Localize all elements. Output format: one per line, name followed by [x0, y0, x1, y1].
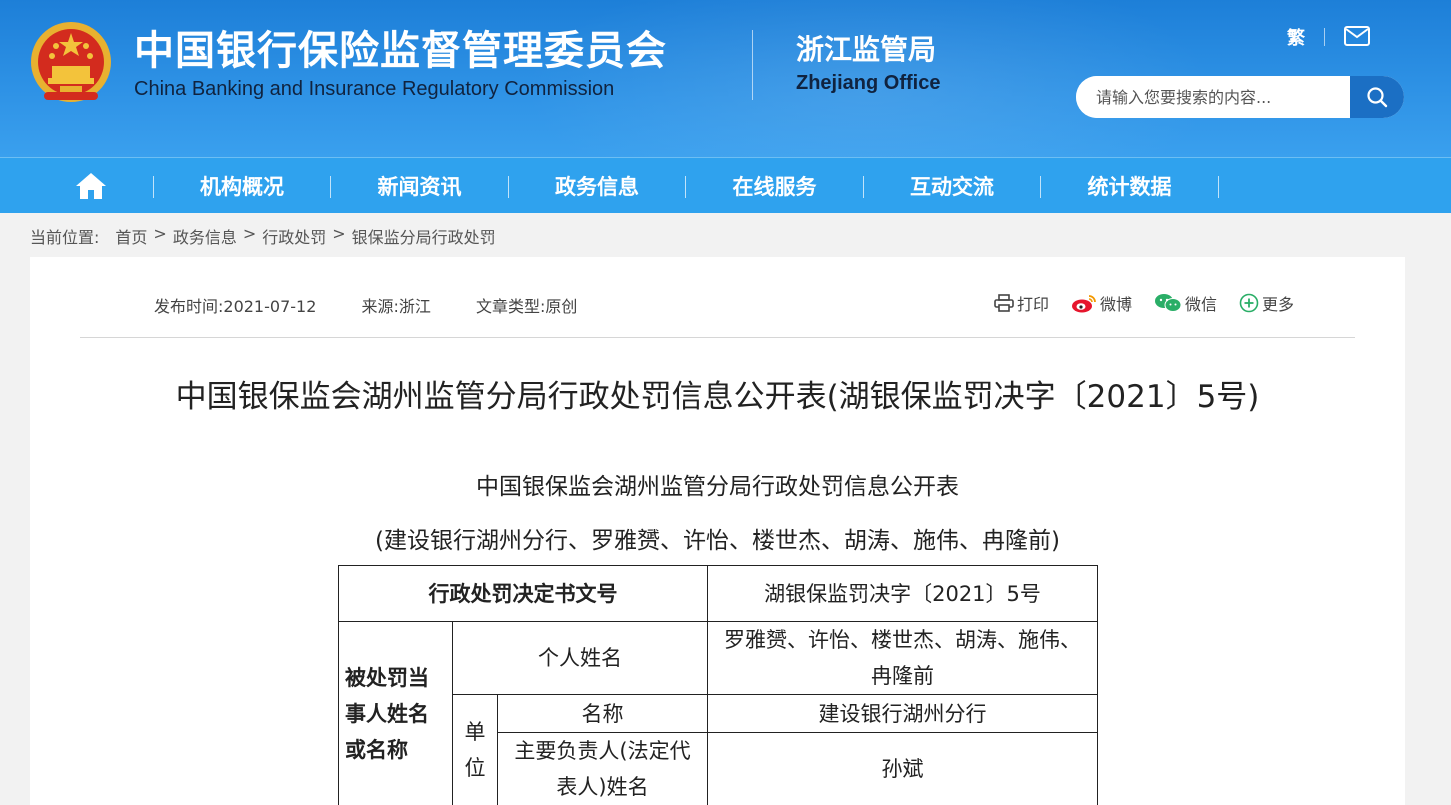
article-source: 来源:浙江 — [361, 297, 431, 316]
article-type: 文章类型:原创 — [475, 297, 578, 316]
wechat-share-button[interactable]: 微信 — [1154, 291, 1217, 315]
article-title: 中国银保监会湖州监管分局行政处罚信息公开表(湖银保监罚决字〔2021〕5号) — [175, 379, 1260, 415]
breadcrumb-separator: > — [153, 224, 167, 243]
person-name-label: 个人姓名 — [452, 621, 708, 695]
site-header: 中国银行保险监督管理委员会 China Banking and Insuranc… — [0, 0, 1451, 157]
main-nav: 机构概况 新闻资讯 政务信息 在线服务 互动交流 统计数据 — [0, 157, 1451, 213]
print-label: 打印 — [1017, 295, 1050, 314]
person-name-value: 罗雅赟、许怡、楼世杰、胡涛、施伟、冉隆前 — [707, 621, 1098, 695]
breadcrumb-separator: > — [242, 224, 257, 243]
plus-circle-icon — [1239, 293, 1259, 313]
top-links-separator — [1324, 28, 1325, 46]
unit-label: 单位 — [452, 694, 498, 805]
wechat-label: 微信 — [1185, 295, 1218, 314]
article-card: 发布时间:2021-07-12 来源:浙江 文章类型:原创 打印 微博 微信 更… — [30, 257, 1405, 805]
table-title: 中国银保监会湖州监管分局行政处罚信息公开表 — [476, 474, 959, 500]
header-divider — [752, 30, 753, 100]
nav-item-jigou[interactable]: 机构概况 — [154, 158, 330, 214]
decision-no-value: 湖银保监罚决字〔2021〕5号 — [707, 565, 1098, 622]
unit-name-label: 名称 — [497, 694, 708, 733]
nav-item-hudong[interactable]: 互动交流 — [864, 158, 1040, 214]
breadcrumb-home[interactable]: 首页 — [115, 224, 147, 248]
table-row: 被处罚当事人姓名或名称 个人姓名 罗雅赟、许怡、楼世杰、胡涛、施伟、冉隆前 — [338, 621, 1098, 805]
breadcrumb: 当前位置: 首页 > 政务信息 > 行政处罚 > 银保监分局行政处罚 — [30, 224, 502, 248]
article-meta: 发布时间:2021-07-12 来源:浙江 文章类型:原创 — [154, 293, 617, 317]
table-row: 单位 名称 建设银行湖州分行 — [339, 694, 1098, 805]
weibo-icon — [1072, 295, 1096, 313]
meta-divider — [80, 337, 1355, 338]
breadcrumb-current[interactable]: 银保监分局行政处罚 — [352, 224, 496, 248]
breadcrumb-xingzheng[interactable]: 行政处罚 — [262, 224, 326, 248]
penalty-info-table: 行政处罚决定书文号 湖银保监罚决字〔2021〕5号 被处罚当事人姓名或名称 个人… — [338, 565, 1098, 805]
decision-no-label: 行政处罚决定书文号 — [338, 565, 708, 622]
search-input[interactable] — [1076, 76, 1350, 118]
mail-icon[interactable] — [1344, 26, 1370, 46]
share-tools: 打印 微博 微信 更多 — [994, 291, 1316, 315]
office-name-chinese: 浙江监管局 — [796, 33, 937, 66]
nav-item-zhengwu[interactable]: 政务信息 — [509, 158, 685, 214]
more-label: 更多 — [1262, 295, 1295, 314]
legal-rep-value: 孙斌 — [707, 732, 1098, 805]
org-name-chinese: 中国银行保险监督管理委员会 — [134, 28, 667, 74]
legal-rep-label: 主要负责人(法定代表人)姓名 — [497, 732, 708, 805]
search-button[interactable] — [1350, 76, 1404, 118]
nav-item-xinwen[interactable]: 新闻资讯 — [331, 158, 508, 214]
search-icon — [1367, 87, 1388, 108]
traditional-chinese-link[interactable]: 繁 — [1287, 24, 1305, 50]
org-name-english: China Banking and Insurance Regulatory C… — [134, 78, 615, 100]
more-share-button[interactable]: 更多 — [1239, 291, 1294, 315]
nav-item-zaixian[interactable]: 在线服务 — [686, 158, 863, 214]
table-subtitle: (建设银行湖州分行、罗雅赟、许怡、楼世杰、胡涛、施伟、冉隆前) — [375, 528, 1060, 554]
breadcrumb-label: 当前位置: — [30, 228, 100, 247]
office-name-english: Zhejiang Office — [796, 72, 941, 94]
publish-time: 发布时间:2021-07-12 — [154, 297, 317, 316]
unit-name-value: 建设银行湖州分行 — [707, 694, 1098, 733]
national-emblem-icon — [31, 22, 111, 102]
table-row: 行政处罚决定书文号 湖银保监罚决字〔2021〕5号 — [338, 565, 1098, 622]
wechat-icon — [1155, 294, 1182, 312]
nav-item-tongji[interactable]: 统计数据 — [1041, 158, 1218, 214]
search-box — [1076, 76, 1404, 118]
print-button[interactable]: 打印 — [994, 291, 1049, 315]
breadcrumb-separator: > — [332, 224, 346, 243]
home-icon — [76, 173, 106, 199]
party-label: 被处罚当事人姓名或名称 — [338, 621, 453, 805]
breadcrumb-zhengwu[interactable]: 政务信息 — [173, 224, 237, 248]
nav-home[interactable] — [60, 158, 122, 214]
nav-separator — [1218, 176, 1219, 198]
weibo-share-button[interactable]: 微博 — [1071, 291, 1132, 315]
printer-icon — [994, 294, 1014, 312]
weibo-label: 微博 — [1100, 295, 1133, 314]
